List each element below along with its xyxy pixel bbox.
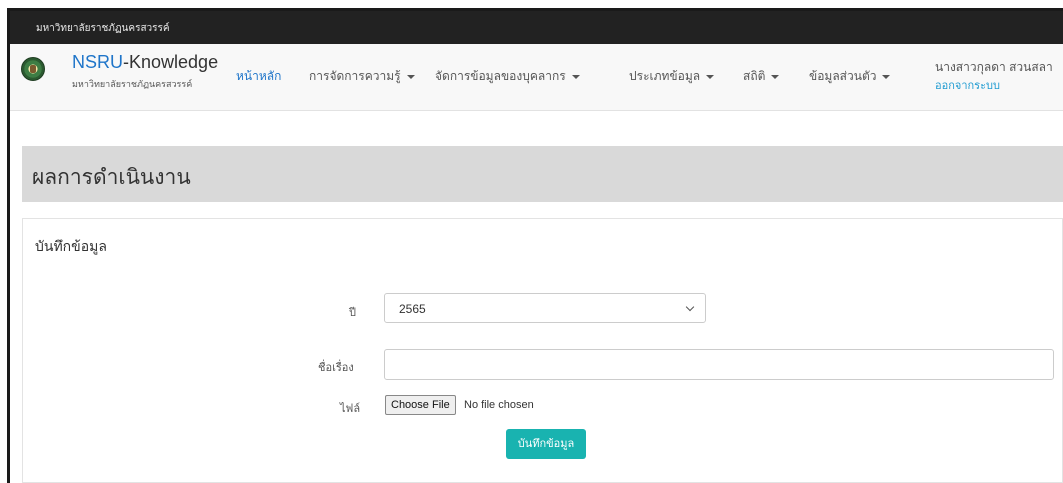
save-button[interactable]: บันทึกข้อมูล (506, 429, 586, 459)
caret-down-icon (571, 74, 580, 79)
university-logo-icon[interactable] (21, 57, 45, 81)
form-panel: บันทึกข้อมูล ปี 2565 ชื่อเรื่อง ไฟล์ Cho… (22, 218, 1063, 483)
nav-item-label: ประเภทข้อมูล (629, 69, 701, 83)
file-label: ไฟล์ (340, 403, 361, 415)
nav-item-personnel-data[interactable]: จัดการข้อมูลของบุคลากร (435, 67, 580, 86)
nav-item-data-type[interactable]: ประเภทข้อมูล (629, 67, 715, 86)
nav-item-label: การจัดการความรู้ (309, 69, 401, 83)
chevron-down-icon (685, 302, 695, 312)
caret-down-icon (882, 74, 891, 79)
nav-item-profile[interactable]: ข้อมูลส่วนตัว (809, 67, 891, 86)
year-label: ปี (349, 307, 356, 319)
subject-input[interactable] (384, 349, 1054, 380)
main-navbar: NSRU-Knowledge มหาวิทยาลัยราชภัฏนครสวรรค… (10, 44, 1063, 111)
subject-label: ชื่อเรื่อง (318, 362, 354, 374)
year-select[interactable]: 2565 (384, 293, 706, 323)
user-name: นางสาวกุลดา สวนสลา (935, 60, 1053, 74)
caret-down-icon (771, 74, 780, 79)
nav-item-knowledge-management[interactable]: การจัดการความรู้ (309, 67, 415, 86)
top-bar: มหาวิทยาลัยราชภัฏนครสวรรค์ (10, 11, 1063, 44)
choose-file-button[interactable]: Choose File (385, 395, 456, 415)
panel-title: บันทึกข้อมูล (35, 238, 107, 254)
nav-item-label: จัดการข้อมูลของบุคลากร (435, 69, 566, 83)
caret-down-icon (406, 74, 415, 79)
browser-viewport: มหาวิทยาลัยราชภัฏนครสวรรค์ NSRU-Knowledg… (0, 0, 1063, 483)
year-select-value: 2565 (399, 302, 426, 316)
top-bar-title: มหาวิทยาลัยราชภัฏนครสวรรค์ (36, 23, 170, 34)
logout-link[interactable]: ออกจากระบบ (935, 76, 1000, 94)
nav-item-label: ข้อมูลส่วนตัว (809, 69, 877, 83)
brand-title[interactable]: NSRU-Knowledge (72, 52, 218, 73)
nav-item-statistics[interactable]: สถิติ (743, 67, 780, 86)
brand-title-suffix: -Knowledge (123, 52, 219, 72)
file-status-text: No file chosen (464, 399, 534, 411)
brand-title-prefix: NSRU (72, 52, 124, 72)
brand-subtitle: มหาวิทยาลัยราชภัฏนครสวรรค์ (72, 79, 193, 89)
nav-item-label: สถิติ (743, 69, 766, 83)
caret-down-icon (706, 74, 715, 79)
page-title: ผลการดำเนินงาน (32, 166, 191, 189)
nav-item-home[interactable]: หน้าหลัก (236, 67, 281, 86)
page-header: ผลการดำเนินงาน (22, 146, 1063, 202)
nav-item-label: หน้าหลัก (236, 69, 282, 83)
